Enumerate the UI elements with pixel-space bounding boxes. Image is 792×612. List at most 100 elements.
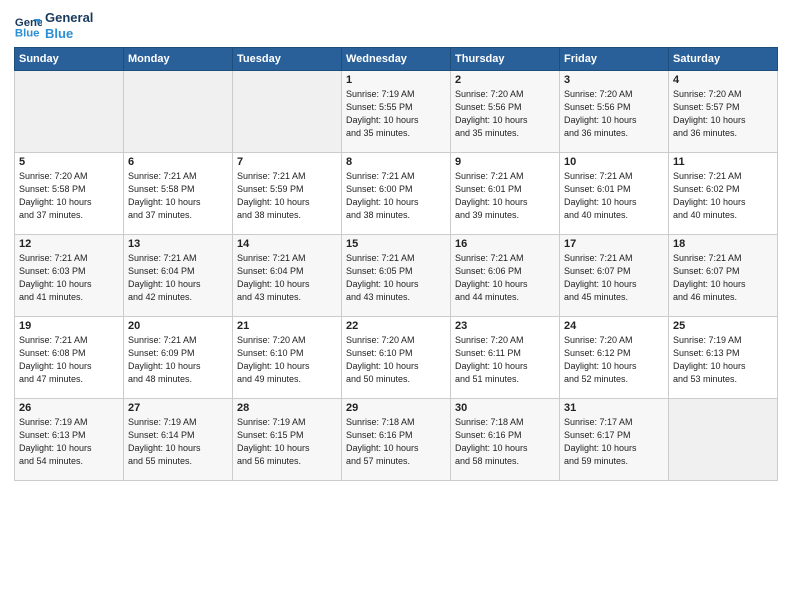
day-info: Sunrise: 7:19 AMSunset: 6:14 PMDaylight:… (128, 416, 228, 468)
day-header-thursday: Thursday (451, 48, 560, 71)
calendar-cell: 30 Sunrise: 7:18 AMSunset: 6:16 PMDayligh… (451, 399, 560, 481)
calendar-cell: 4Sunrise: 7:20 AMSunset: 5:57 PMDaylight… (669, 71, 778, 153)
day-info: Sunrise: 7:20 AMSunset: 5:57 PMDaylight:… (673, 88, 773, 140)
calendar-cell: 22 Sunrise: 7:20 AMSunset: 6:10 PMDayligh… (342, 317, 451, 399)
calendar-cell: 24Sunrise: 7:20 AMSunset: 6:12 PMDayligh… (560, 317, 669, 399)
calendar-cell: 9 Sunrise: 7:21 AMSunset: 6:01 PMDaylight… (451, 153, 560, 235)
calendar-cell: 26 Sunrise: 7:19 AMSunset: 6:13 PMDayligh… (15, 399, 124, 481)
day-header-friday: Friday (560, 48, 669, 71)
logo-general: General (45, 10, 93, 26)
week-row-1: 1Sunrise: 7:19 AMSunset: 5:55 PMDaylight… (15, 71, 778, 153)
day-number: 5 (19, 156, 119, 168)
calendar-cell: 25 Sunrise: 7:19 AMSunset: 6:13 PMDayligh… (669, 317, 778, 399)
calendar-cell: 18 Sunrise: 7:21 AMSunset: 6:07 PMDayligh… (669, 235, 778, 317)
calendar-cell: 3 Sunrise: 7:20 AMSunset: 5:56 PMDaylight… (560, 71, 669, 153)
day-number: 28 (237, 402, 337, 414)
calendar-cell: 16 Sunrise: 7:21 AMSunset: 6:06 PMDayligh… (451, 235, 560, 317)
calendar-cell: 11 Sunrise: 7:21 AMSunset: 6:02 PMDayligh… (669, 153, 778, 235)
calendar-cell: 1Sunrise: 7:19 AMSunset: 5:55 PMDaylight… (342, 71, 451, 153)
day-info: Sunrise: 7:21 AMSunset: 6:06 PMDaylight:… (455, 252, 555, 304)
day-header-sunday: Sunday (15, 48, 124, 71)
day-number: 22 (346, 320, 446, 332)
day-info: Sunrise: 7:20 AMSunset: 6:12 PMDaylight:… (564, 334, 664, 386)
day-number: 9 (455, 156, 555, 168)
day-number: 29 (346, 402, 446, 414)
calendar-cell: 8 Sunrise: 7:21 AMSunset: 6:00 PMDaylight… (342, 153, 451, 235)
calendar-cell (15, 71, 124, 153)
day-number: 3 (564, 74, 664, 86)
day-number: 16 (455, 238, 555, 250)
day-number: 31 (564, 402, 664, 414)
day-header-monday: Monday (124, 48, 233, 71)
day-info: Sunrise: 7:20 AMSunset: 6:10 PMDaylight:… (346, 334, 446, 386)
day-number: 2 (455, 74, 555, 86)
day-number: 23 (455, 320, 555, 332)
svg-text:Blue: Blue (15, 27, 40, 39)
day-info: Sunrise: 7:21 AMSunset: 6:05 PMDaylight:… (346, 252, 446, 304)
day-info: Sunrise: 7:18 AMSunset: 6:16 PMDaylight:… (455, 416, 555, 468)
day-info: Sunrise: 7:19 AMSunset: 6:13 PMDaylight:… (673, 334, 773, 386)
calendar-cell: 12Sunrise: 7:21 AMSunset: 6:03 PMDayligh… (15, 235, 124, 317)
day-info: Sunrise: 7:21 AMSunset: 6:00 PMDaylight:… (346, 170, 446, 222)
calendar-cell: 21 Sunrise: 7:20 AMSunset: 6:10 PMDayligh… (233, 317, 342, 399)
calendar-cell: 10 Sunrise: 7:21 AMSunset: 6:01 PMDayligh… (560, 153, 669, 235)
logo: General Blue General Blue (14, 10, 93, 41)
day-number: 21 (237, 320, 337, 332)
day-info: Sunrise: 7:20 AMSunset: 5:56 PMDaylight:… (564, 88, 664, 140)
day-info: Sunrise: 7:21 AMSunset: 6:02 PMDaylight:… (673, 170, 773, 222)
calendar-cell (124, 71, 233, 153)
day-number: 8 (346, 156, 446, 168)
day-info: Sunrise: 7:21 AMSunset: 6:03 PMDaylight:… (19, 252, 119, 304)
header: General Blue General Blue (14, 10, 778, 41)
day-info: Sunrise: 7:21 AMSunset: 6:01 PMDaylight:… (455, 170, 555, 222)
day-number: 13 (128, 238, 228, 250)
calendar-cell: 14 Sunrise: 7:21 AMSunset: 6:04 PMDayligh… (233, 235, 342, 317)
day-number: 10 (564, 156, 664, 168)
day-header-tuesday: Tuesday (233, 48, 342, 71)
calendar-container: General Blue General Blue SundayMondayTu… (0, 0, 792, 612)
day-info: Sunrise: 7:21 AMSunset: 6:01 PMDaylight:… (564, 170, 664, 222)
day-number: 20 (128, 320, 228, 332)
day-number: 18 (673, 238, 773, 250)
day-number: 30 (455, 402, 555, 414)
calendar-cell: 7Sunrise: 7:21 AMSunset: 5:59 PMDaylight… (233, 153, 342, 235)
day-info: Sunrise: 7:21 AMSunset: 6:07 PMDaylight:… (673, 252, 773, 304)
day-info: Sunrise: 7:20 AMSunset: 5:58 PMDaylight:… (19, 170, 119, 222)
calendar-cell (233, 71, 342, 153)
calendar-cell: 29 Sunrise: 7:18 AMSunset: 6:16 PMDayligh… (342, 399, 451, 481)
day-number: 11 (673, 156, 773, 168)
calendar-table: SundayMondayTuesdayWednesdayThursdayFrid… (14, 47, 778, 481)
calendar-cell (669, 399, 778, 481)
day-info: Sunrise: 7:21 AMSunset: 6:08 PMDaylight:… (19, 334, 119, 386)
day-number: 14 (237, 238, 337, 250)
day-number: 19 (19, 320, 119, 332)
calendar-cell: 6 Sunrise: 7:21 AMSunset: 5:58 PMDaylight… (124, 153, 233, 235)
day-info: Sunrise: 7:21 AMSunset: 6:04 PMDaylight:… (237, 252, 337, 304)
day-info: Sunrise: 7:21 AMSunset: 6:07 PMDaylight:… (564, 252, 664, 304)
day-headers: SundayMondayTuesdayWednesdayThursdayFrid… (15, 48, 778, 71)
day-number: 1 (346, 74, 446, 86)
day-number: 25 (673, 320, 773, 332)
day-info: Sunrise: 7:21 AMSunset: 6:09 PMDaylight:… (128, 334, 228, 386)
day-header-wednesday: Wednesday (342, 48, 451, 71)
day-info: Sunrise: 7:21 AMSunset: 6:04 PMDaylight:… (128, 252, 228, 304)
day-info: Sunrise: 7:20 AMSunset: 5:56 PMDaylight:… (455, 88, 555, 140)
calendar-cell: 5 Sunrise: 7:20 AMSunset: 5:58 PMDaylight… (15, 153, 124, 235)
week-row-2: 5 Sunrise: 7:20 AMSunset: 5:58 PMDaylight… (15, 153, 778, 235)
day-info: Sunrise: 7:18 AMSunset: 6:16 PMDaylight:… (346, 416, 446, 468)
calendar-cell: 15 Sunrise: 7:21 AMSunset: 6:05 PMDayligh… (342, 235, 451, 317)
day-number: 7 (237, 156, 337, 168)
day-number: 6 (128, 156, 228, 168)
day-header-saturday: Saturday (669, 48, 778, 71)
day-number: 27 (128, 402, 228, 414)
day-info: Sunrise: 7:20 AMSunset: 6:10 PMDaylight:… (237, 334, 337, 386)
calendar-cell: 27 Sunrise: 7:19 AMSunset: 6:14 PMDayligh… (124, 399, 233, 481)
calendar-cell: 28 Sunrise: 7:19 AMSunset: 6:15 PMDayligh… (233, 399, 342, 481)
day-info: Sunrise: 7:19 AMSunset: 6:15 PMDaylight:… (237, 416, 337, 468)
day-info: Sunrise: 7:19 AMSunset: 6:13 PMDaylight:… (19, 416, 119, 468)
day-info: Sunrise: 7:21 AMSunset: 5:58 PMDaylight:… (128, 170, 228, 222)
calendar-cell: 31Sunrise: 7:17 AMSunset: 6:17 PMDayligh… (560, 399, 669, 481)
day-number: 17 (564, 238, 664, 250)
day-number: 26 (19, 402, 119, 414)
day-number: 15 (346, 238, 446, 250)
